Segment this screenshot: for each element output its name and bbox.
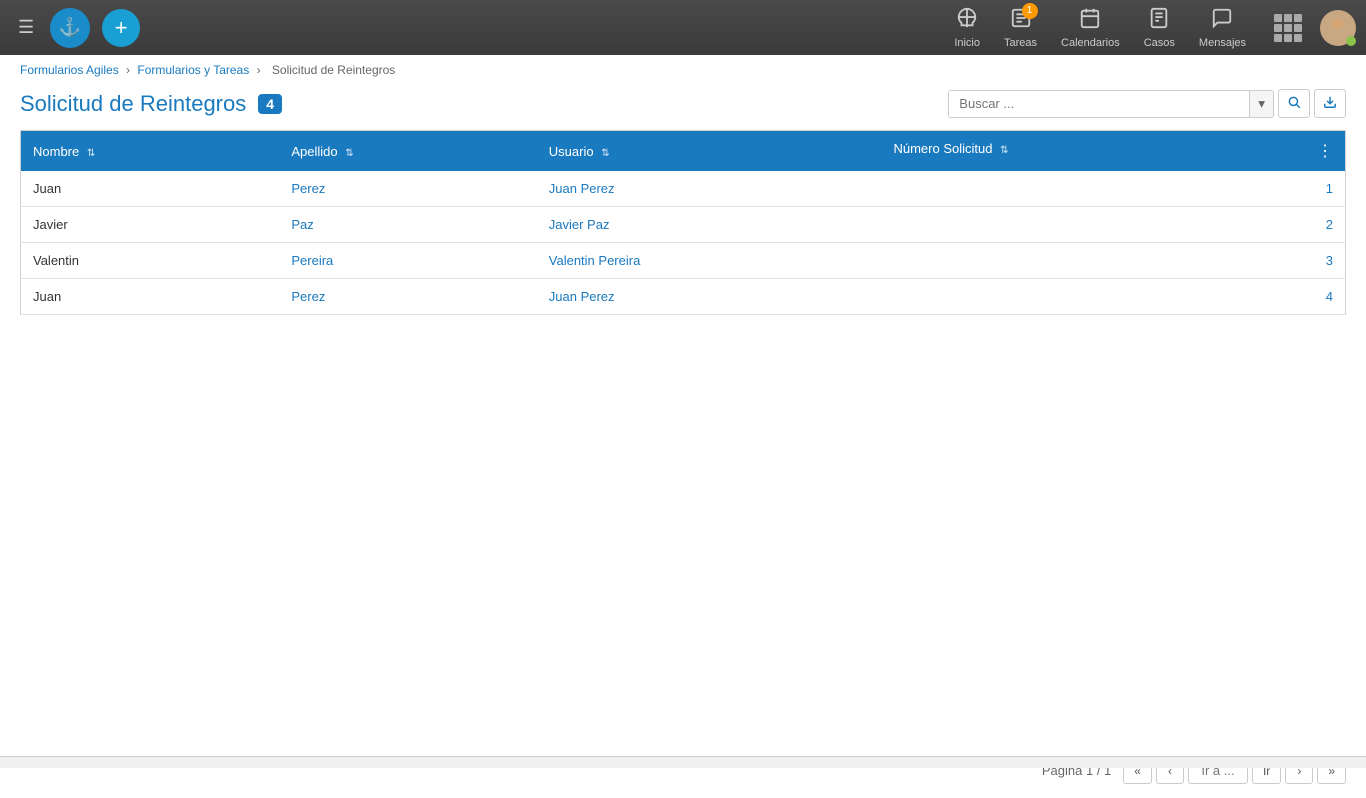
cell-nombre: Juan [21,279,280,315]
nav-item-tareas[interactable]: 1 Tareas [994,3,1047,53]
inicio-icon [956,7,978,35]
cell-nombre: Javier [21,207,280,243]
tareas-icon: 1 [1010,7,1032,35]
table-row: ValentinPereiraValentin Pereira3 [21,243,1346,279]
sort-icon-nombre: ⇅ [87,148,95,159]
cell-nombre: Juan [21,171,280,207]
cell-apellido[interactable]: Perez [279,171,536,207]
sort-icon-numero: ⇅ [1000,145,1008,156]
sort-icon-apellido: ⇅ [345,148,353,159]
calendarios-icon [1079,7,1101,35]
inicio-label: Inicio [954,37,980,49]
cell-usuario[interactable]: Valentin Pereira [537,243,882,279]
cell-usuario[interactable]: Javier Paz [537,207,882,243]
online-status-dot [1346,36,1356,46]
column-header-numero-solicitud[interactable]: Número Solicitud ⇅ ⋮ [881,131,1345,172]
breadcrumb-current: Solicitud de Reintegros [272,63,395,77]
cell-usuario[interactable]: Juan Perez [537,279,882,315]
cell-numero-solicitud[interactable]: 1 [881,171,1345,207]
top-navigation: ☰ ⚓ + Inicio 1 [0,0,1366,55]
cell-numero-solicitud[interactable]: 3 [881,243,1345,279]
mensajes-icon [1211,7,1233,35]
cell-usuario[interactable]: Juan Perez [537,171,882,207]
add-button[interactable]: + [102,9,140,47]
table-row: JavierPazJavier Paz2 [21,207,1346,243]
nav-items: Inicio 1 Tareas [944,3,1356,53]
nav-item-calendarios[interactable]: Calendarios [1051,3,1130,53]
calendarios-label: Calendarios [1061,37,1120,49]
table-body: JuanPerezJuan Perez1JavierPazJavier Paz2… [21,171,1346,315]
nav-item-casos[interactable]: Casos [1134,3,1185,53]
page-header: Solicitud de Reintegros 4 ▾ [0,81,1366,130]
column-header-nombre[interactable]: Nombre ⇅ [21,131,280,172]
breadcrumb: Formularios Agiles › Formularios y Tarea… [0,55,1366,81]
download-button[interactable] [1314,89,1346,118]
breadcrumb-formularios-agiles[interactable]: Formularios Agiles [20,63,119,77]
sort-icon-usuario: ⇅ [601,148,609,159]
page-title: Solicitud de Reintegros [20,91,246,117]
record-count-badge: 4 [258,94,282,114]
search-input-wrap: ▾ [948,90,1274,118]
data-table: Nombre ⇅ Apellido ⇅ Usuario ⇅ Número Sol… [20,130,1346,315]
cell-numero-solicitud[interactable]: 4 [881,279,1345,315]
breadcrumb-separator-2: › [257,63,264,77]
pagination-container: Página 1 / 1 « ‹ Ir › » [0,743,1366,798]
main-content: Nombre ⇅ Apellido ⇅ Usuario ⇅ Número Sol… [0,130,1366,743]
column-header-usuario[interactable]: Usuario ⇅ [537,131,882,172]
search-dropdown-button[interactable]: ▾ [1249,91,1273,117]
cell-nombre: Valentin [21,243,280,279]
cell-apellido[interactable]: Paz [279,207,536,243]
cell-numero-solicitud[interactable]: 2 [881,207,1345,243]
table-header-row: Nombre ⇅ Apellido ⇅ Usuario ⇅ Número Sol… [21,131,1346,172]
cell-apellido[interactable]: Perez [279,279,536,315]
search-input[interactable] [949,91,1249,116]
horizontal-scrollbar[interactable] [0,756,1366,768]
casos-icon [1148,7,1170,35]
mensajes-label: Mensajes [1199,37,1246,49]
table-row: JuanPerezJuan Perez4 [21,279,1346,315]
casos-label: Casos [1144,37,1175,49]
avatar-container[interactable] [1320,10,1356,46]
grid-icon [1270,10,1306,46]
nav-grid-item[interactable] [1260,6,1316,50]
table-row: JuanPerezJuan Perez1 [21,171,1346,207]
search-container: ▾ [948,89,1346,118]
tareas-badge: 1 [1022,3,1038,19]
breadcrumb-formularios-tareas[interactable]: Formularios y Tareas [137,63,249,77]
logo-icon: ⚓ [50,8,90,48]
nav-item-inicio[interactable]: Inicio [944,3,990,53]
nav-item-mensajes[interactable]: Mensajes [1189,3,1256,53]
cell-apellido[interactable]: Pereira [279,243,536,279]
breadcrumb-separator-1: › [126,63,133,77]
tareas-label: Tareas [1004,37,1037,49]
column-header-apellido[interactable]: Apellido ⇅ [279,131,536,172]
search-button[interactable] [1278,89,1310,118]
column-options-icon[interactable]: ⋮ [1317,141,1333,161]
hamburger-menu-icon[interactable]: ☰ [10,12,42,43]
